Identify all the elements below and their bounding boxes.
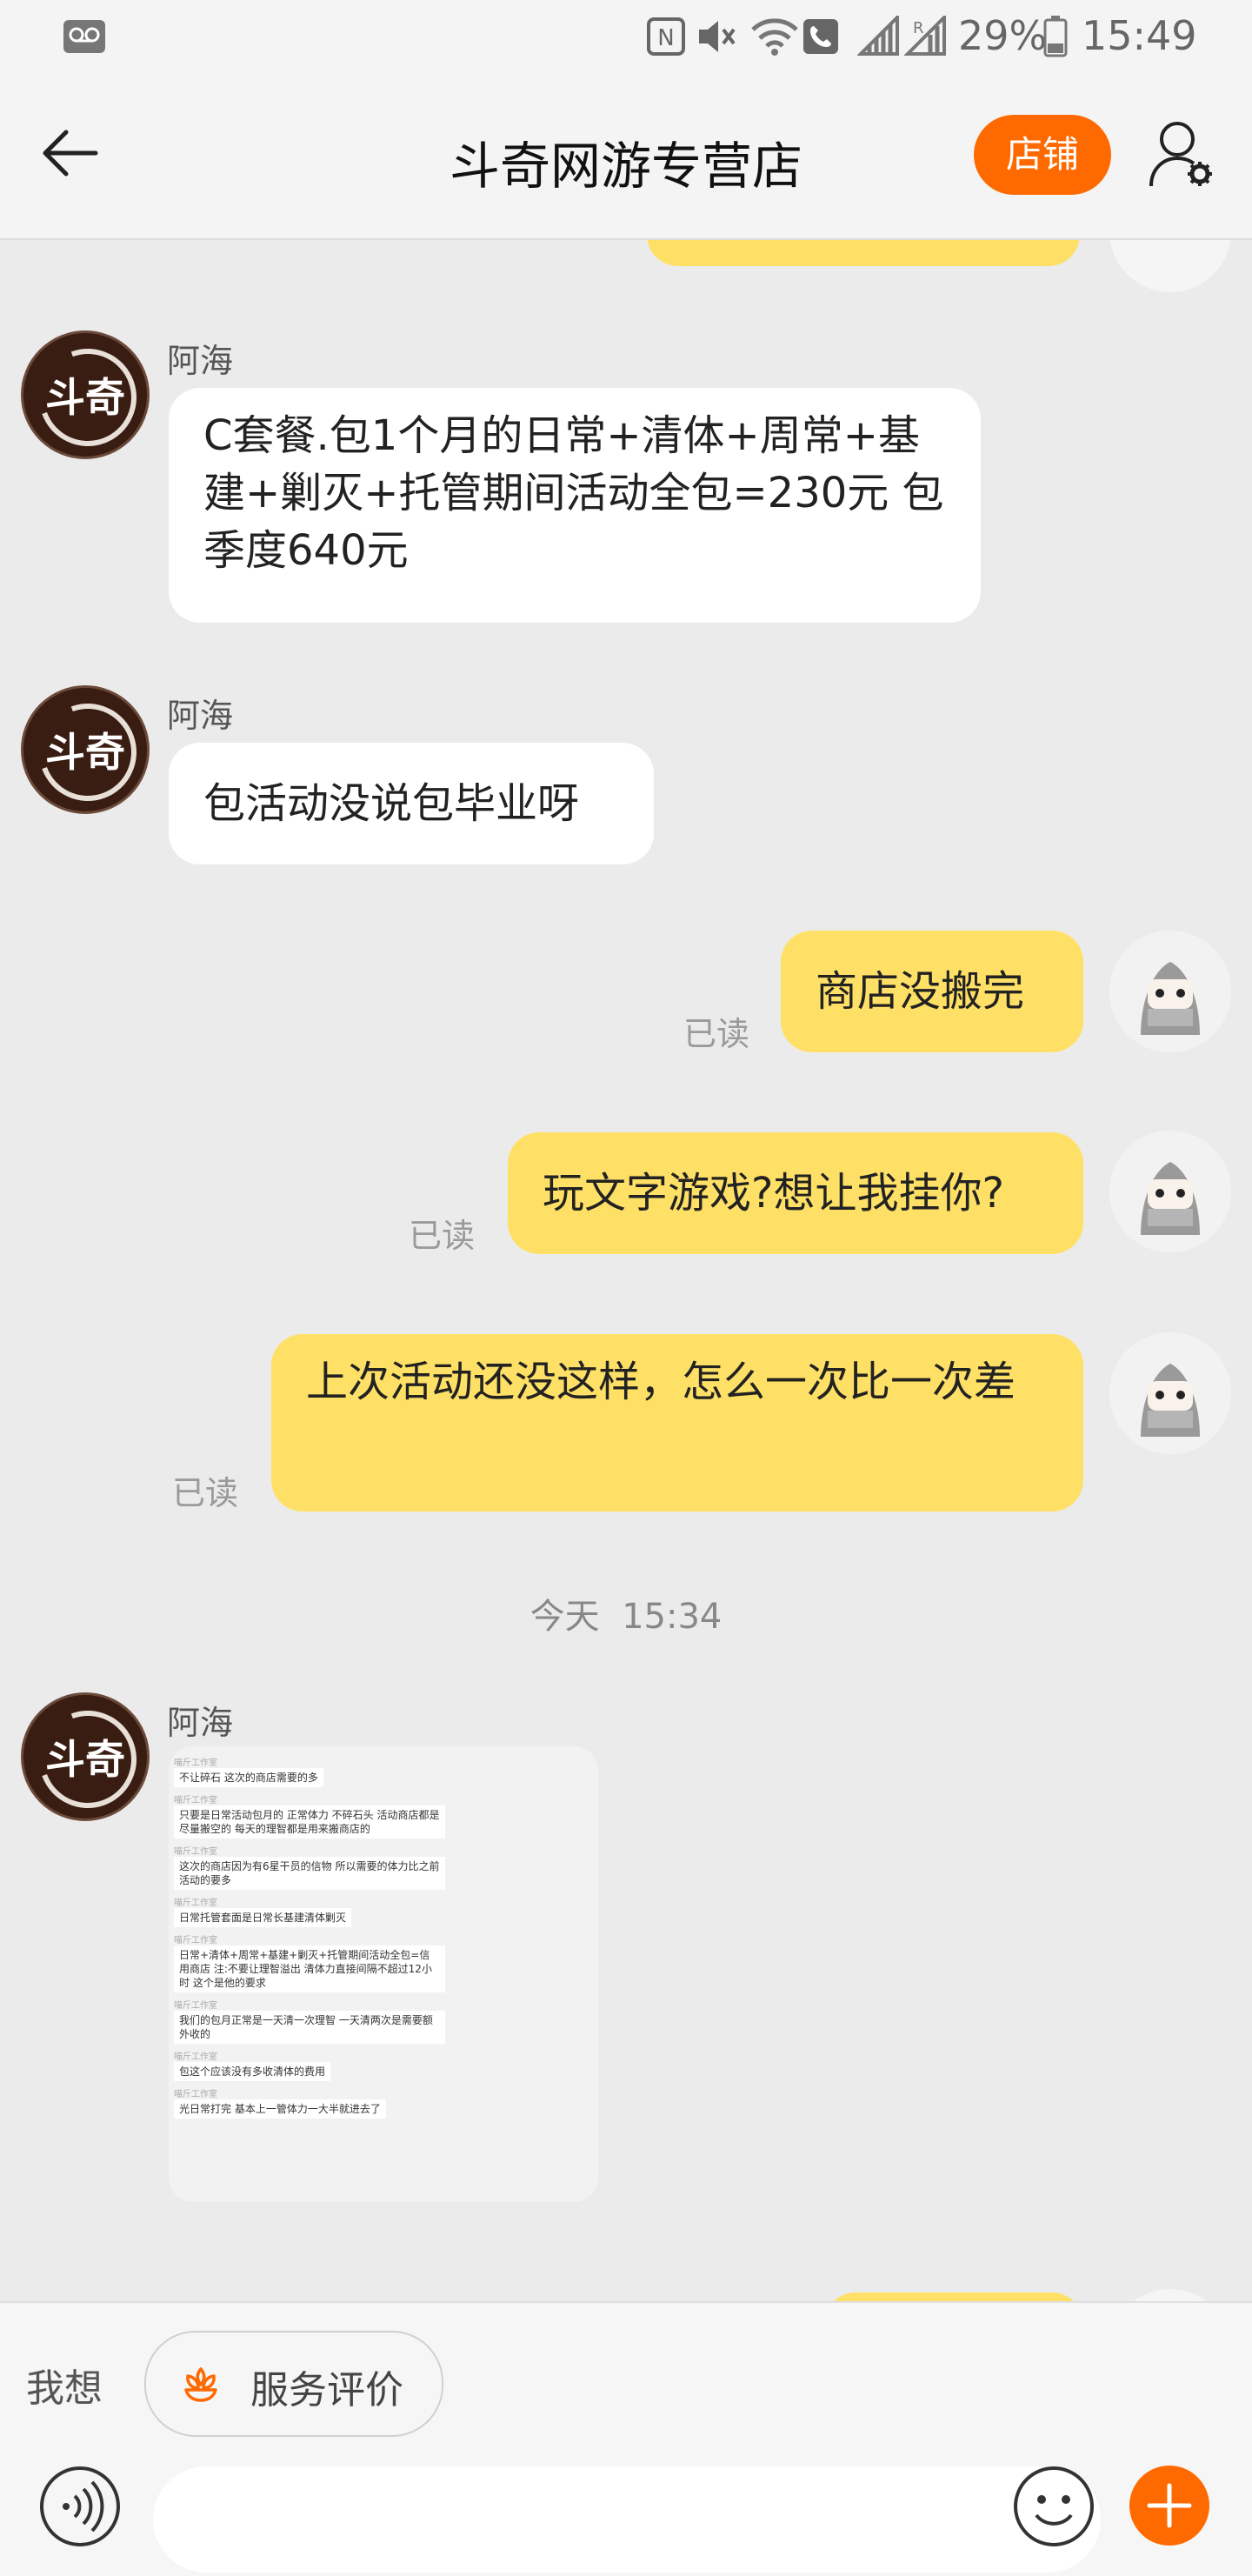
- avatar-self[interactable]: [1109, 1131, 1231, 1252]
- status-bar: N R 29% 15:49: [0, 0, 1252, 73]
- message-bubble-partial: [824, 2292, 1083, 2301]
- avatar-text: 斗奇: [45, 729, 125, 776]
- battery-percent: 29%: [958, 12, 1048, 59]
- mute-icon: [696, 17, 737, 59]
- screenshot-sender: 喵斤工作室: [174, 2001, 217, 2011]
- voice-icon[interactable]: [38, 2465, 122, 2552]
- shop-button[interactable]: 店铺: [974, 115, 1111, 195]
- avatar-self[interactable]: [1109, 1332, 1231, 1454]
- avatar-self: [1109, 240, 1231, 292]
- screenshot-line: 这次的商店因为有6星干员的信物 所以需要的体力比之前活动的要多: [174, 1857, 445, 1890]
- screenshot-line: 日常+清体+周常+基建+剿灭+托管期间活动全包=信用商店 注:不要让理智溢出 清…: [174, 1945, 445, 1992]
- sender-name: 阿海: [167, 697, 234, 735]
- plus-icon[interactable]: [1129, 2465, 1210, 2550]
- battery-icon: [1043, 16, 1068, 61]
- read-receipt: 已读: [683, 1015, 750, 1053]
- screenshot-sender: 喵斤工作室: [174, 1847, 217, 1857]
- message-bubble-self[interactable]: 玩文字游戏?想让我挂你?: [508, 1132, 1083, 1254]
- screenshot-line: 日常托管套面是日常长基建清体剿灭: [174, 1908, 352, 1927]
- message-bubble-partial: [647, 240, 1080, 266]
- chat-header: 斗奇网游专营店 店铺: [0, 73, 1252, 240]
- emoji-icon[interactable]: [1012, 2465, 1096, 2552]
- screenshot-sender: 喵斤工作室: [174, 2052, 217, 2062]
- bottom-bar: 我想 服务评价: [0, 2301, 1252, 2576]
- quick-prompt-label: 我想: [26, 2366, 103, 2411]
- flower-icon: [181, 2364, 221, 2407]
- avatar-text: 斗奇: [45, 1736, 125, 1783]
- avatar-seller[interactable]: 斗奇: [21, 685, 153, 818]
- screenshot-line: 不让碎石 这次的商店需要的多: [174, 1768, 323, 1787]
- sender-name: 阿海: [167, 342, 234, 380]
- avatar-seller[interactable]: 斗奇: [21, 330, 153, 463]
- avatar-seller[interactable]: 斗奇: [21, 1692, 153, 1825]
- avatar-self[interactable]: [1109, 931, 1231, 1052]
- service-rating-label: 服务评价: [250, 2368, 403, 2412]
- avatar-self: [1109, 2289, 1231, 2301]
- read-receipt: 已读: [409, 1217, 476, 1255]
- screenshot-line: 只要是日常活动包月的 正常体力 不碎石头 活动商店都是尽量搬空的 每天的理智都是…: [174, 1805, 445, 1839]
- svg-text:R: R: [913, 19, 924, 37]
- signal-icon: [856, 13, 899, 59]
- user-settings-icon[interactable]: [1146, 117, 1221, 195]
- call-icon: [803, 19, 838, 57]
- message-bubble-self[interactable]: 商店没搬完: [781, 931, 1083, 1052]
- service-rating-button[interactable]: 服务评价: [144, 2331, 443, 2437]
- screenshot-sender: 喵斤工作室: [174, 2090, 217, 2099]
- signal-r-icon: R: [903, 13, 946, 59]
- screenshot-sender: 喵斤工作室: [174, 1758, 217, 1768]
- image-message[interactable]: 喵斤工作室 不让碎石 这次的商店需要的多 喵斤工作室 只要是日常活动包月的 正常体力 …: [169, 1746, 598, 2202]
- screenshot-line: 光日常打完 基本上一管体力一大半就进去了: [174, 2099, 386, 2119]
- screenshot-line: 我们的包月正常是一天清一次理智 一天清两次是需要额外收的: [174, 2011, 445, 2044]
- voicemail-icon: [63, 19, 106, 57]
- date-divider: 今天 15:34: [529, 1597, 723, 1637]
- wifi-icon: [749, 16, 800, 61]
- message-bubble-self[interactable]: 上次活动还没这样，怎么一次比一次差: [271, 1334, 1083, 1512]
- screenshot-sender: 喵斤工作室: [174, 1796, 217, 1805]
- chat-list[interactable]: 斗奇 阿海 C套餐.包1个月的日常+清体+周常+基建+剿灭+托管期间活动全包=2…: [0, 240, 1252, 2301]
- sender-name: 阿海: [167, 1704, 234, 1742]
- screenshot-sender: 喵斤工作室: [174, 1899, 217, 1908]
- nfc-icon: N: [647, 17, 685, 59]
- message-input[interactable]: [153, 2466, 1101, 2573]
- message-bubble[interactable]: 包活动没说包毕业呀: [169, 743, 654, 864]
- screenshot-line: 包这个应该没有多收清体的费用: [174, 2062, 331, 2081]
- read-receipt: 已读: [172, 1474, 239, 1512]
- screenshot-sender: 喵斤工作室: [174, 1936, 217, 1945]
- message-bubble[interactable]: C套餐.包1个月的日常+清体+周常+基建+剿灭+托管期间活动全包=230元 包季…: [169, 388, 981, 623]
- clock: 15:49: [1082, 12, 1197, 59]
- svg-text:N: N: [657, 25, 674, 51]
- avatar-text: 斗奇: [45, 374, 125, 421]
